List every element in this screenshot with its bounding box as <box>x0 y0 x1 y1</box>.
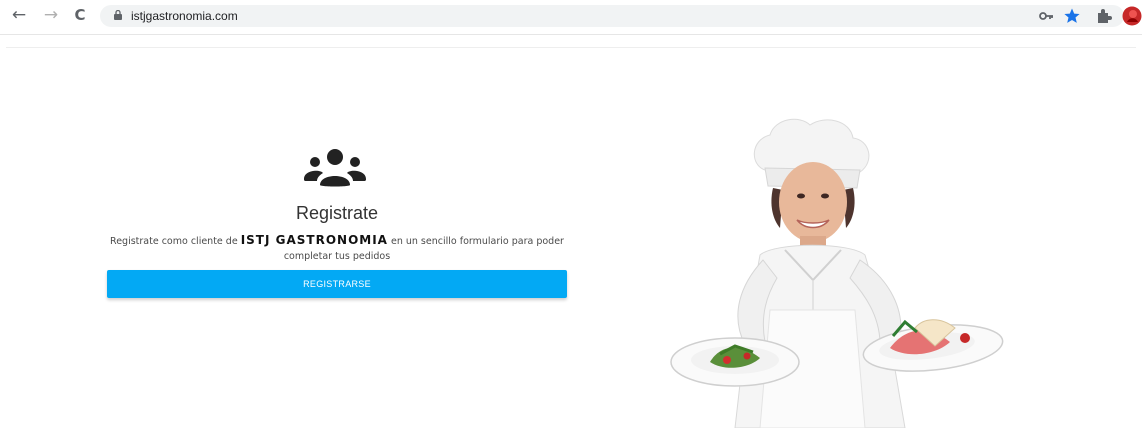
reload-button[interactable]: C <box>70 5 90 25</box>
extensions-icon[interactable] <box>1095 7 1113 25</box>
address-bar[interactable]: istjgastronomia.com <box>100 5 1124 27</box>
key-icon[interactable] <box>1038 7 1056 25</box>
users-icon <box>304 149 366 187</box>
back-button[interactable]: ← <box>9 5 29 25</box>
browser-toolbar: ← → C istjgastronomia.com <box>0 0 1142 35</box>
star-icon[interactable] <box>1063 7 1081 25</box>
description-prefix: Registrate como cliente de <box>110 236 241 247</box>
forward-button[interactable]: → <box>41 5 61 25</box>
url-text: istjgastronomia.com <box>131 9 238 23</box>
page-title: Registrate <box>295 203 379 223</box>
description: Registrate como cliente de ISTJ GASTRONO… <box>107 233 567 264</box>
lock-icon <box>114 10 122 20</box>
profile-avatar[interactable] <box>1122 6 1142 26</box>
brand-name: ISTJ GASTRONOMIA <box>240 233 388 247</box>
chef-image <box>670 118 1004 428</box>
header-divider <box>6 47 1136 48</box>
register-button[interactable]: REGISTRARSE <box>107 270 567 298</box>
